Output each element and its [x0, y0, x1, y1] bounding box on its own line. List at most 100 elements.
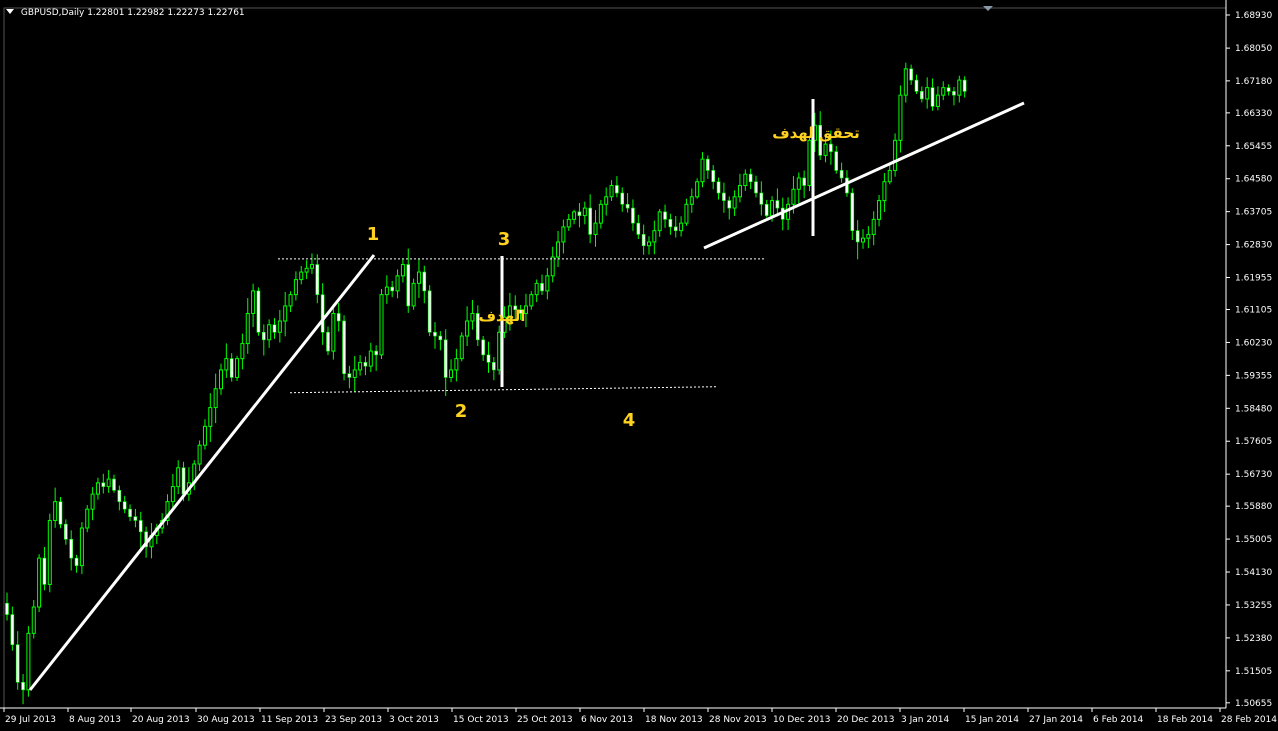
candle-body-bear[interactable]: [620, 192, 625, 205]
candle-body-bear[interactable]: [668, 219, 673, 228]
candle-body-bull[interactable]: [395, 275, 400, 292]
candle-body-bull[interactable]: [411, 282, 416, 307]
candle-body-bull[interactable]: [529, 294, 534, 307]
candle-body-bull[interactable]: [737, 184, 742, 198]
candle-body-bear[interactable]: [74, 557, 79, 566]
candle-body-bull[interactable]: [582, 207, 587, 217]
candle-body-bear[interactable]: [374, 350, 378, 356]
candle-body-bull[interactable]: [657, 211, 662, 232]
candle-body-bear[interactable]: [727, 200, 732, 209]
candle-body-bear[interactable]: [540, 283, 544, 292]
candle-body-bear[interactable]: [42, 557, 47, 585]
candle-body-bull[interactable]: [823, 143, 828, 156]
candle-body-bull[interactable]: [796, 177, 801, 190]
candle-body-bull[interactable]: [743, 173, 748, 186]
candle-body-bull[interactable]: [304, 267, 309, 273]
candle-body-bull[interactable]: [556, 241, 561, 258]
candle-body-bull[interactable]: [85, 508, 90, 529]
candle-body-bear[interactable]: [10, 614, 15, 645]
candle-body-bear[interactable]: [625, 204, 630, 209]
candle-body-bull[interactable]: [550, 256, 555, 277]
candle-body-bear[interactable]: [336, 313, 341, 322]
candle-body-bear[interactable]: [261, 331, 266, 341]
candle-body-bull[interactable]: [470, 312, 475, 322]
dropdown-arrow-icon[interactable]: [6, 9, 14, 14]
candle-body-bear[interactable]: [181, 467, 186, 495]
candle-body-bear[interactable]: [363, 362, 368, 367]
candle-body-bull[interactable]: [235, 358, 240, 378]
candle-body-bear[interactable]: [122, 501, 127, 510]
candle-body-bull[interactable]: [497, 331, 502, 371]
candle-body-bull[interactable]: [770, 200, 775, 217]
candle-body-bear[interactable]: [962, 79, 967, 92]
support-line[interactable]: [289, 386, 717, 394]
candle-body-bear[interactable]: [315, 264, 320, 295]
candle-body-bull[interactable]: [299, 271, 304, 281]
candle-body-bull[interactable]: [47, 519, 52, 585]
candle-body-bull[interactable]: [609, 184, 614, 198]
candle-body-bear[interactable]: [711, 170, 716, 183]
candle-body-bull[interactable]: [871, 218, 876, 235]
candle-body-bear[interactable]: [914, 79, 919, 92]
candle-body-bull[interactable]: [208, 407, 213, 427]
candle-body-bear[interactable]: [101, 482, 106, 487]
candle-body-bear[interactable]: [636, 222, 641, 235]
candle-body-bull[interactable]: [31, 606, 36, 634]
candle-body-bear[interactable]: [855, 230, 860, 243]
candle-body-bear[interactable]: [946, 87, 951, 92]
candle-body-bull[interactable]: [887, 169, 892, 183]
candle-body-bull[interactable]: [877, 200, 882, 220]
candle-body-bear[interactable]: [128, 508, 132, 517]
candle-body-bull[interactable]: [240, 343, 245, 360]
candle-body-bear[interactable]: [342, 320, 346, 374]
candle-body-bull[interactable]: [197, 444, 202, 465]
trendline-up-1[interactable]: [28, 254, 376, 691]
candle-body-bull[interactable]: [176, 467, 181, 488]
candle-body-bear[interactable]: [256, 290, 261, 333]
candle-body-bull[interactable]: [791, 188, 796, 205]
candle-body-bear[interactable]: [229, 358, 234, 378]
candle-body-bear[interactable]: [481, 339, 485, 356]
candle-body-bear[interactable]: [920, 91, 924, 100]
candle-body-bull[interactable]: [534, 282, 539, 296]
candle-body-bear[interactable]: [615, 185, 619, 194]
candle-body-bull[interactable]: [459, 335, 464, 360]
candle-body-bull[interactable]: [277, 320, 282, 333]
candle-body-bull[interactable]: [593, 222, 598, 235]
candle-body-bull[interactable]: [251, 290, 256, 314]
candle-body-bear[interactable]: [272, 324, 277, 333]
candle-body-bear[interactable]: [834, 151, 839, 171]
candle-body-bear[interactable]: [117, 490, 122, 502]
candle-body-bear[interactable]: [21, 681, 25, 691]
candle-body-bear[interactable]: [443, 339, 448, 378]
candle-body-bull[interactable]: [898, 94, 903, 141]
candle-body-bull[interactable]: [352, 369, 357, 378]
candle-body-bull[interactable]: [957, 79, 962, 96]
candle-body-bear[interactable]: [722, 192, 726, 201]
candle-body-bear[interactable]: [427, 290, 432, 333]
candle-body-bear[interactable]: [588, 207, 592, 235]
candle-body-bull[interactable]: [368, 350, 373, 367]
candle-body-bear[interactable]: [845, 177, 849, 194]
candle-body-bear[interactable]: [58, 501, 63, 525]
candle-body-bear[interactable]: [112, 478, 116, 491]
candle-body-bear[interactable]: [952, 91, 956, 96]
candle-body-bull[interactable]: [572, 211, 577, 220]
candle-body-bull[interactable]: [893, 139, 898, 171]
candle-body-bull[interactable]: [106, 478, 111, 488]
candle-body-bear[interactable]: [138, 520, 143, 533]
candle-body-bear[interactable]: [433, 331, 437, 337]
candle-body-bull[interactable]: [679, 222, 684, 232]
candle-body-bull[interactable]: [309, 264, 314, 269]
candle-body-bear[interactable]: [438, 335, 443, 341]
candle-body-bear[interactable]: [829, 143, 833, 152]
candle-body-bull[interactable]: [647, 241, 651, 247]
candle-body-bull[interactable]: [882, 181, 887, 202]
candle-body-bull[interactable]: [331, 312, 336, 352]
candle-body-bear[interactable]: [754, 181, 758, 194]
candle-body-bull[interactable]: [79, 527, 84, 567]
candle-body-bull[interactable]: [935, 94, 940, 107]
candle-body-bull[interactable]: [866, 233, 871, 239]
candle-body-bull[interactable]: [903, 68, 908, 96]
candle-body-bull[interactable]: [245, 312, 250, 345]
